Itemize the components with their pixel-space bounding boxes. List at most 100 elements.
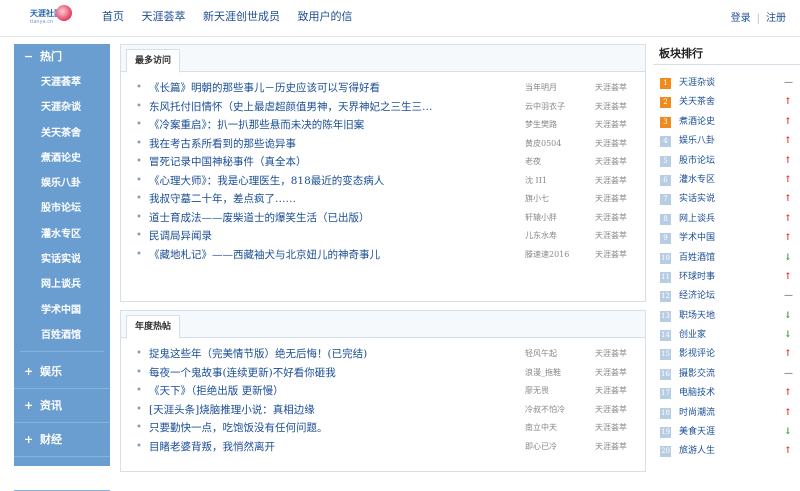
- post-forum[interactable]: 天涯荟萃: [595, 172, 643, 191]
- post-forum[interactable]: 天涯荟萃: [595, 116, 643, 135]
- ranking-item[interactable]: 17 电脑技术 ↑: [653, 384, 800, 403]
- post-author[interactable]: 冷叔不怕冷: [525, 401, 581, 420]
- sidebar-item[interactable]: 灌水专区: [14, 222, 110, 247]
- post-author[interactable]: 轩辕小胖: [525, 209, 581, 228]
- ranking-item[interactable]: 12 经济论坛 —: [653, 287, 800, 306]
- post-forum[interactable]: 天涯荟萃: [595, 153, 643, 172]
- ranking-board-name[interactable]: 创业家: [679, 326, 706, 345]
- post-forum[interactable]: 天涯荟萃: [595, 438, 643, 457]
- post-author[interactable]: 南立中天: [525, 419, 581, 438]
- post-author[interactable]: 云中羽衣子: [525, 98, 581, 117]
- ranking-item[interactable]: 4 娱乐八卦 ↑: [653, 132, 800, 151]
- post-title-link[interactable]: 每夜一个鬼故事(连续更新)不好看你砸我: [149, 364, 519, 383]
- sidebar-item[interactable]: 股市论坛: [14, 196, 110, 221]
- ranking-board-name[interactable]: 实话实说: [679, 190, 715, 209]
- sidebar-item[interactable]: 学术中国: [14, 298, 110, 323]
- post-forum[interactable]: 天涯荟萃: [595, 227, 643, 246]
- ranking-item[interactable]: 16 摄影交流 —: [653, 365, 800, 384]
- ranking-item[interactable]: 10 百姓酒馆 ↓: [653, 249, 800, 268]
- sidebar-category[interactable]: + 财经: [14, 423, 110, 458]
- ranking-item[interactable]: 3 煮酒论史 ↑: [653, 113, 800, 132]
- ranking-item[interactable]: 8 网上谈兵 ↑: [653, 210, 800, 229]
- ranking-board-name[interactable]: 关天茶舍: [679, 93, 715, 112]
- sidebar-item[interactable]: 关天茶舍: [14, 121, 110, 146]
- post-forum[interactable]: 天涯荟萃: [595, 246, 643, 265]
- ranking-item[interactable]: 6 灌水专区 ↑: [653, 171, 800, 190]
- sidebar-item[interactable]: 网上谈兵: [14, 272, 110, 297]
- nav-home[interactable]: 首页: [102, 10, 124, 23]
- ranking-board-name[interactable]: 煮酒论史: [679, 113, 715, 132]
- ranking-item[interactable]: 15 影视评论 ↑: [653, 345, 800, 364]
- post-author[interactable]: 轻风午起: [525, 345, 581, 364]
- nav-founding-members[interactable]: 新天涯创世成员: [203, 10, 280, 23]
- ranking-board-name[interactable]: 灌水专区: [679, 171, 715, 190]
- post-author[interactable]: 老夜: [525, 153, 581, 172]
- post-author[interactable]: 即心已冷: [525, 438, 581, 457]
- ranking-item[interactable]: 7 实话实说 ↑: [653, 190, 800, 209]
- post-forum[interactable]: 天涯荟萃: [595, 209, 643, 228]
- sidebar-item[interactable]: 娱乐八卦: [14, 171, 110, 196]
- ranking-board-name[interactable]: 天涯杂谈: [679, 74, 715, 93]
- ranking-item[interactable]: 5 股市论坛 ↑: [653, 152, 800, 171]
- ranking-board-name[interactable]: 摄影交流: [679, 365, 715, 384]
- ranking-board-name[interactable]: 旅游人生: [679, 442, 715, 461]
- ranking-board-name[interactable]: 职场天地: [679, 307, 715, 326]
- post-forum[interactable]: 天涯荟萃: [595, 419, 643, 438]
- ranking-board-name[interactable]: 影视评论: [679, 345, 715, 364]
- ranking-board-name[interactable]: 学术中国: [679, 229, 715, 248]
- post-forum[interactable]: 天涯荟萃: [595, 98, 643, 117]
- ranking-item[interactable]: 13 职场天地 ↓: [653, 307, 800, 326]
- post-forum[interactable]: 天涯荟萃: [595, 345, 643, 364]
- post-title-link[interactable]: 冒死记录中国神秘事件（真全本）: [149, 153, 519, 172]
- ranking-item[interactable]: 18 时尚潮流 ↑: [653, 404, 800, 423]
- ranking-board-name[interactable]: 美食天涯: [679, 423, 715, 442]
- post-title-link[interactable]: 道士育成法——废柴道士的爆笑生活（已出版）: [149, 209, 519, 228]
- sidebar-item[interactable]: 实话实说: [14, 247, 110, 272]
- ranking-item[interactable]: 2 关天茶舍 ↑: [653, 93, 800, 112]
- register-link[interactable]: 注册: [766, 13, 786, 24]
- sidebar-category[interactable]: + 娱乐: [14, 355, 110, 390]
- nav-letter-to-users[interactable]: 致用户的信: [298, 10, 353, 23]
- post-author[interactable]: 黄皮0504: [525, 135, 581, 154]
- post-author[interactable]: 梦生樊路: [525, 116, 581, 135]
- sidebar-category[interactable]: + 资讯: [14, 389, 110, 424]
- ranking-item[interactable]: 14 创业家 ↓: [653, 326, 800, 345]
- sidebar-item[interactable]: 煮酒论史: [14, 146, 110, 171]
- sidebar-item[interactable]: 天涯荟萃: [14, 70, 110, 95]
- sidebar-item[interactable]: 百姓酒馆: [14, 323, 110, 348]
- post-title-link[interactable]: 我在考古系所看到的那些诡异事: [149, 135, 519, 154]
- post-title-link[interactable]: 东风托付旧情怀（史上最虐超颜值男神，天界神妃之三生三…: [149, 98, 519, 117]
- post-title-link[interactable]: 《长篇》明朝的那些事儿－历史应该可以写得好看: [149, 79, 519, 98]
- sidebar-item[interactable]: 天涯杂谈: [14, 95, 110, 120]
- post-title-link[interactable]: 只要勤快一点，吃饱饭没有任何问题。: [149, 419, 519, 438]
- post-forum[interactable]: 天涯荟萃: [595, 382, 643, 401]
- post-author[interactable]: 沈 II1: [525, 172, 581, 191]
- post-title-link[interactable]: 《藏地札记》——西藏袖犬与北京妞儿的神奇事儿: [149, 246, 519, 265]
- ranking-item[interactable]: 9 学术中国 ↑: [653, 229, 800, 248]
- post-forum[interactable]: 天涯荟萃: [595, 190, 643, 209]
- sidebar-hot-header[interactable]: − 热门: [14, 44, 110, 70]
- sidebar-category[interactable]: + 职场: [14, 457, 110, 491]
- post-author[interactable]: 浪漫_拖鞋: [525, 364, 581, 383]
- post-author[interactable]: 当年明月: [525, 79, 581, 98]
- post-title-link[interactable]: 《天下》（拒绝出版 更新慢）: [149, 382, 519, 401]
- ranking-item[interactable]: 19 美食天涯 ↓: [653, 423, 800, 442]
- ranking-board-name[interactable]: 娱乐八卦: [679, 132, 715, 151]
- nav-tianya-huicui[interactable]: 天涯荟萃: [142, 10, 186, 23]
- ranking-board-name[interactable]: 百姓酒馆: [679, 249, 715, 268]
- post-title-link[interactable]: 民调局异闻录: [149, 227, 519, 246]
- post-title-link[interactable]: 捉鬼这些年（完美情节版）绝无后悔！(已完结): [149, 345, 519, 364]
- post-author[interactable]: 廖无畏: [525, 382, 581, 401]
- ranking-item[interactable]: 11 环球时事 ↑: [653, 268, 800, 287]
- post-forum[interactable]: 天涯荟萃: [595, 401, 643, 420]
- post-author[interactable]: 滕速速2016: [525, 246, 581, 265]
- ranking-board-name[interactable]: 网上谈兵: [679, 210, 715, 229]
- post-forum[interactable]: 天涯荟萃: [595, 135, 643, 154]
- ranking-item[interactable]: 1 天涯杂谈 —: [653, 74, 800, 93]
- post-title-link[interactable]: 目睹老婆背叛，我悄然离开: [149, 438, 519, 457]
- ranking-board-name[interactable]: 股市论坛: [679, 152, 715, 171]
- post-title-link[interactable]: 《冷案重启》：扒一扒那些悬而未决的陈年旧案: [149, 116, 519, 135]
- post-author[interactable]: 儿东水寿: [525, 227, 581, 246]
- post-forum[interactable]: 天涯荟萃: [595, 79, 643, 98]
- ranking-board-name[interactable]: 电脑技术: [679, 384, 715, 403]
